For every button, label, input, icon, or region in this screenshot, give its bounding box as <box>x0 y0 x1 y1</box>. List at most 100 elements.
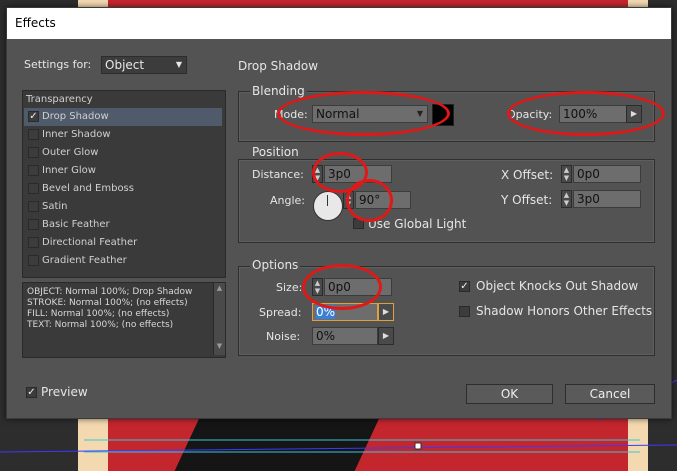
angle-label: Angle: <box>270 194 306 207</box>
effect-item-outer-glow[interactable]: Outer Glow <box>24 144 222 162</box>
distance-field[interactable]: 3p0 <box>324 165 392 183</box>
spread-label: Spread: <box>259 306 302 319</box>
size-stepper[interactable]: ▲ ▼ <box>312 278 323 296</box>
effect-item-satin[interactable]: Satin <box>24 198 222 216</box>
scroll-down-icon[interactable]: ▼ <box>214 342 225 350</box>
x-offset-label: X Offset: <box>501 168 554 182</box>
knocks-out-label: Object Knocks Out Shadow <box>476 279 639 293</box>
spread-arrow-button[interactable]: ▶ <box>378 303 394 321</box>
angle-value: 90° <box>359 193 381 207</box>
angle-stepper[interactable]: ▲ ▼ <box>343 191 354 209</box>
spread-field[interactable]: 0% <box>312 303 378 321</box>
settings-for-label: Settings for: <box>24 58 92 71</box>
effects-list-header: Transparency <box>26 94 93 105</box>
summary-line: TEXT: Normal 100%; (no effects) <box>27 320 174 330</box>
effect-item-inner-shadow[interactable]: Inner Shadow <box>24 126 222 144</box>
summary-scrollbar[interactable]: ▲ ▼ <box>213 283 225 355</box>
effect-checkbox[interactable] <box>28 183 39 194</box>
effect-checkbox[interactable] <box>28 255 39 266</box>
effect-checkbox[interactable] <box>28 219 39 230</box>
opacity-value: 100% <box>563 107 598 121</box>
triangle-right-icon: ▶ <box>382 331 390 340</box>
position-section-label: Position <box>250 145 301 159</box>
effects-list: Transparency ✓ Drop Shadow Inner Shadow Out… <box>22 90 226 278</box>
effect-item-bevel-and-emboss[interactable]: Bevel and Emboss <box>24 180 222 198</box>
effect-checkbox[interactable] <box>28 129 39 140</box>
honors-effects-label: Shadow Honors Other Effects <box>476 304 653 318</box>
effect-item-directional-feather[interactable]: Directional Feather <box>24 234 222 252</box>
y-offset-field[interactable]: 3p0 <box>573 190 641 208</box>
preview-label: Preview <box>41 385 88 399</box>
effect-checkbox[interactable] <box>28 147 39 158</box>
distance-stepper[interactable]: ▲ ▼ <box>312 165 323 183</box>
effect-item-label: Inner Shadow <box>42 129 111 140</box>
effect-checkbox[interactable] <box>28 165 39 176</box>
preview-checkbox[interactable]: ✓ <box>26 387 37 398</box>
effect-checkbox[interactable] <box>28 237 39 248</box>
distance-value: 3p0 <box>328 167 351 181</box>
mode-dropdown[interactable]: Normal ▼ <box>312 105 428 123</box>
x-offset-value: 0p0 <box>577 167 600 181</box>
effect-item-label: Directional Feather <box>42 237 138 248</box>
honors-effects-checkbox[interactable] <box>459 306 470 317</box>
noise-label: Noise: <box>266 330 301 343</box>
effect-item-label: Satin <box>42 201 68 212</box>
effect-item-label: Drop Shadow <box>42 111 109 122</box>
triangle-right-icon: ▶ <box>630 109 638 118</box>
y-offset-label: Y Offset: <box>501 193 553 207</box>
options-section-label: Options <box>250 258 301 272</box>
scroll-up-icon[interactable]: ▲ <box>214 284 225 292</box>
cancel-button[interactable]: Cancel <box>565 384 655 404</box>
noise-arrow-button[interactable]: ▶ <box>378 327 394 345</box>
opacity-label: Opacity: <box>507 108 553 121</box>
settings-for-value: Object <box>105 58 145 72</box>
settings-for-dropdown[interactable]: Object ▼ <box>101 56 187 74</box>
blending-section-label: Blending <box>250 84 307 98</box>
distance-label: Distance: <box>252 168 304 181</box>
x-offset-field[interactable]: 0p0 <box>573 165 641 183</box>
effect-checkbox[interactable] <box>28 201 39 212</box>
summary-line: STROKE: Normal 100%; (no effects) <box>27 298 188 308</box>
noise-field[interactable]: 0% <box>312 327 378 345</box>
effect-item-label: Basic Feather <box>42 219 110 230</box>
size-field[interactable]: 0p0 <box>324 278 392 296</box>
effect-item-gradient-feather[interactable]: Gradient Feather <box>24 252 222 270</box>
knocks-out-checkbox[interactable]: ✓ <box>459 281 470 292</box>
effect-item-label: Bevel and Emboss <box>42 183 134 194</box>
effect-item-basic-feather[interactable]: Basic Feather <box>24 216 222 234</box>
global-light-label: Use Global Light <box>368 217 467 231</box>
triangle-right-icon: ▶ <box>382 307 390 316</box>
summary-line: FILL: Normal 100%; (no effects) <box>27 309 170 319</box>
opacity-field[interactable]: 100% <box>559 105 627 123</box>
effect-item-label: Gradient Feather <box>42 255 127 266</box>
summary-line: OBJECT: Normal 100%; Drop Shadow <box>27 287 193 297</box>
mode-label: Mode: <box>274 108 308 121</box>
shadow-color-swatch[interactable] <box>432 104 454 126</box>
effect-checkbox[interactable]: ✓ <box>28 111 39 122</box>
x-offset-stepper[interactable]: ▲ ▼ <box>561 165 572 183</box>
effect-item-label: Outer Glow <box>42 147 99 158</box>
effects-summary: OBJECT: Normal 100%; Drop Shadow STROKE: … <box>22 282 226 358</box>
spread-value: 0% <box>316 305 336 319</box>
size-value: 0p0 <box>328 280 351 294</box>
panel-title: Drop Shadow <box>238 59 319 73</box>
chevron-down-icon: ▼ <box>416 109 423 118</box>
mode-value: Normal <box>316 107 360 121</box>
y-offset-stepper[interactable]: ▲ ▼ <box>561 190 572 208</box>
effect-item-inner-glow[interactable]: Inner Glow <box>24 162 222 180</box>
angle-field[interactable]: 90° <box>355 191 411 209</box>
y-offset-value: 3p0 <box>577 192 600 206</box>
chevron-down-icon: ▼ <box>175 60 182 69</box>
effects-dialog: Effects Settings for: Object ▼ Transpare… <box>6 7 672 419</box>
angle-dial[interactable] <box>313 191 343 221</box>
effect-item-label: Inner Glow <box>42 165 96 176</box>
angle-dial-needle <box>327 195 328 206</box>
global-light-checkbox[interactable] <box>353 218 364 229</box>
size-label: Size: <box>276 281 303 294</box>
dialog-title: Effects <box>15 16 56 30</box>
effect-item-drop-shadow[interactable]: ✓ Drop Shadow <box>24 108 222 126</box>
opacity-arrow-button[interactable]: ▶ <box>626 105 642 123</box>
ok-button[interactable]: OK <box>466 384 553 404</box>
noise-value: 0% <box>316 329 336 343</box>
dialog-titlebar[interactable]: Effects <box>7 8 671 39</box>
